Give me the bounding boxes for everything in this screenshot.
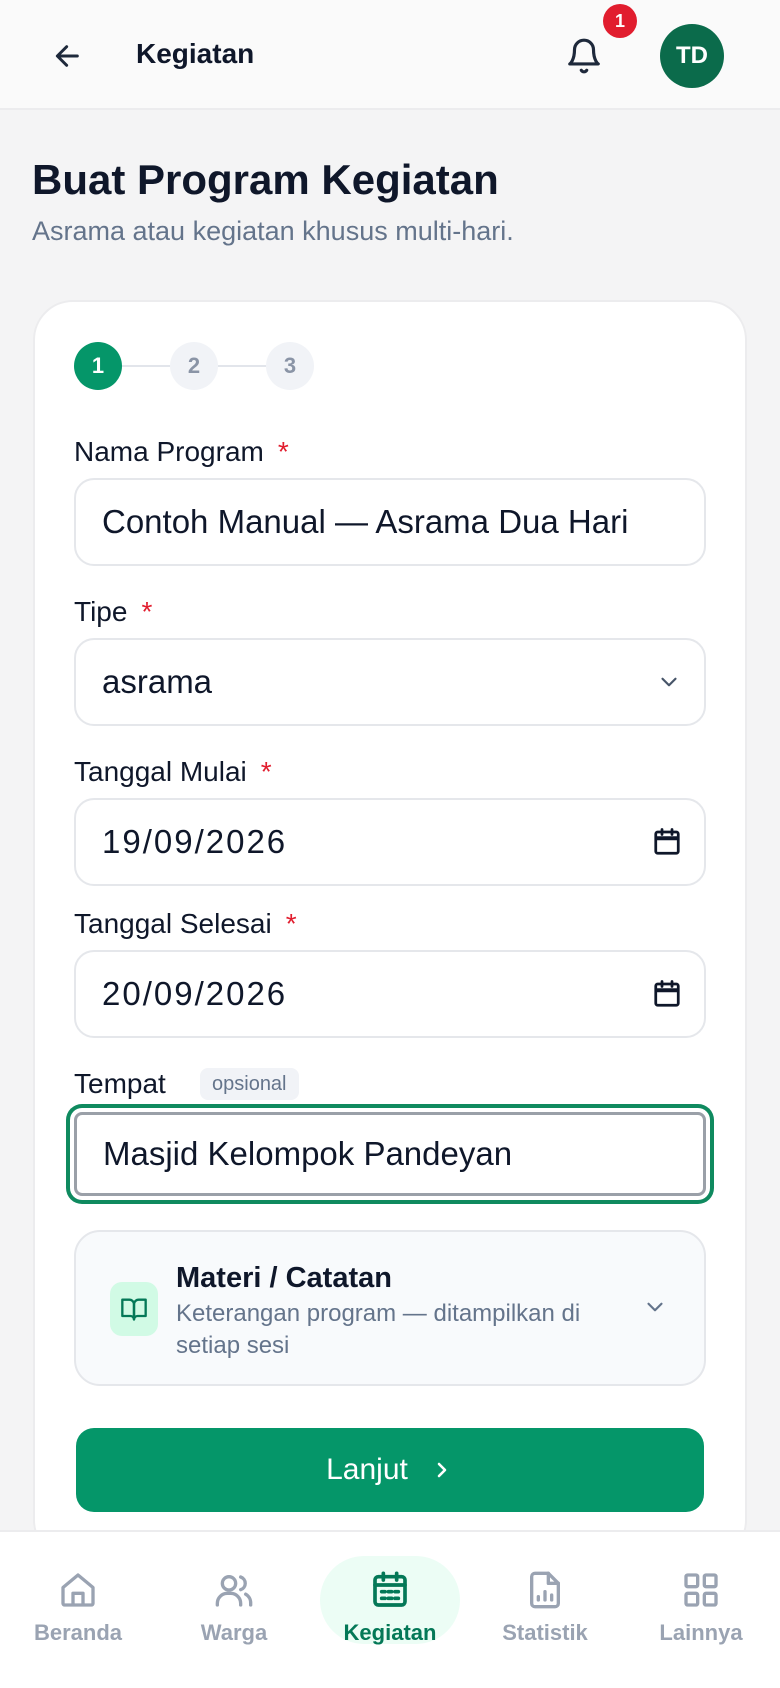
step-connector [122, 365, 170, 367]
stepper: 1 2 3 [74, 342, 314, 390]
nama-program-value: Contoh Manual — Asrama Dua Hari [102, 503, 629, 540]
chevron-right-icon [437, 1462, 447, 1478]
arrow-left-icon [55, 45, 79, 67]
tanggal-selesai-value: 20/09/2026 [102, 975, 288, 1012]
tanggal-mulai-input[interactable]: 19/09/2026 [74, 798, 706, 886]
nama-program-label-text: Nama Program [74, 436, 264, 467]
app-header: Kegiatan 1 TD [0, 0, 780, 110]
calendar-picker-icon[interactable] [652, 979, 682, 1009]
nama-program-input[interactable]: Contoh Manual — Asrama Dua Hari [74, 478, 706, 566]
tanggal-mulai-label: Tanggal Mulai * [74, 756, 272, 788]
lanjut-button[interactable]: Lanjut [76, 1428, 704, 1512]
tanggal-selesai-label-text: Tanggal Selesai [74, 908, 272, 939]
tipe-label: Tipe * [74, 596, 152, 628]
calendar-picker-icon[interactable] [652, 827, 682, 857]
avatar[interactable]: TD [660, 24, 724, 88]
step-connector [218, 365, 266, 367]
lanjut-label: Lanjut [326, 1453, 408, 1486]
nav-label: Lainnya [659, 1620, 743, 1645]
materi-description: Keterangan program — ditampilkan di seti… [176, 1300, 581, 1359]
report-icon [525, 1568, 565, 1612]
tipe-value: asrama [102, 663, 213, 700]
tanggal-selesai-label: Tanggal Selesai * [74, 908, 297, 940]
nav-label: Statistik [502, 1620, 588, 1645]
step-2: 2 [170, 342, 218, 390]
chevron-down-icon [656, 669, 682, 695]
step-1: 1 [74, 342, 122, 390]
nav-item-warga[interactable]: Warga [159, 1568, 309, 1678]
page-title: Buat Program Kegiatan [32, 156, 499, 203]
nav-item-kegiatan[interactable]: Kegiatan [315, 1568, 465, 1678]
header-title: Kegiatan [136, 38, 255, 69]
bottom-navigation: Beranda Warga Kegiatan Statistik Lainnya [0, 1530, 780, 1688]
required-mark: * [141, 596, 153, 627]
tanggal-selesai-input[interactable]: 20/09/2026 [74, 950, 706, 1038]
tipe-label-text: Tipe [74, 596, 128, 627]
chevron-down-icon [642, 1294, 668, 1325]
tanggal-mulai-value: 19/09/2026 [102, 823, 288, 860]
nav-label: Kegiatan [343, 1620, 437, 1645]
tempat-input[interactable]: Masjid Kelompok Pandeyan [74, 1112, 706, 1196]
page-subtitle: Asrama atau kegiatan khusus multi-hari. [32, 216, 514, 246]
required-mark: * [277, 436, 289, 467]
bell-icon [568, 38, 600, 74]
nav-label: Beranda [33, 1620, 123, 1645]
calendar-icon [370, 1568, 410, 1612]
optional-tag: opsional [200, 1068, 299, 1100]
home-icon [58, 1568, 98, 1612]
tempat-label: Tempat [74, 1068, 166, 1099]
notifications-button[interactable] [562, 34, 606, 78]
tanggal-mulai-label-text: Tanggal Mulai [74, 756, 247, 787]
required-mark: * [260, 756, 272, 787]
materi-catatan-accordion[interactable]: Materi / Catatan Keterangan program — di… [74, 1230, 706, 1386]
grid-icon [681, 1568, 721, 1612]
tempat-value: Masjid Kelompok Pandeyan [103, 1135, 513, 1172]
nav-item-statistik[interactable]: Statistik [470, 1568, 620, 1678]
nav-label: Warga [200, 1620, 268, 1645]
step-3: 3 [266, 342, 314, 390]
nav-item-lainnya[interactable]: Lainnya [626, 1568, 776, 1678]
back-button[interactable] [48, 36, 88, 76]
materi-title: Materi / Catatan [176, 1262, 392, 1294]
book-open-icon [110, 1282, 158, 1336]
tipe-select[interactable]: asrama [74, 638, 706, 726]
notification-badge: 1 [603, 4, 637, 38]
nav-item-beranda[interactable]: Beranda [3, 1568, 153, 1678]
nama-program-label: Nama Program * [74, 436, 289, 468]
users-icon [214, 1568, 254, 1612]
required-mark: * [285, 908, 297, 939]
